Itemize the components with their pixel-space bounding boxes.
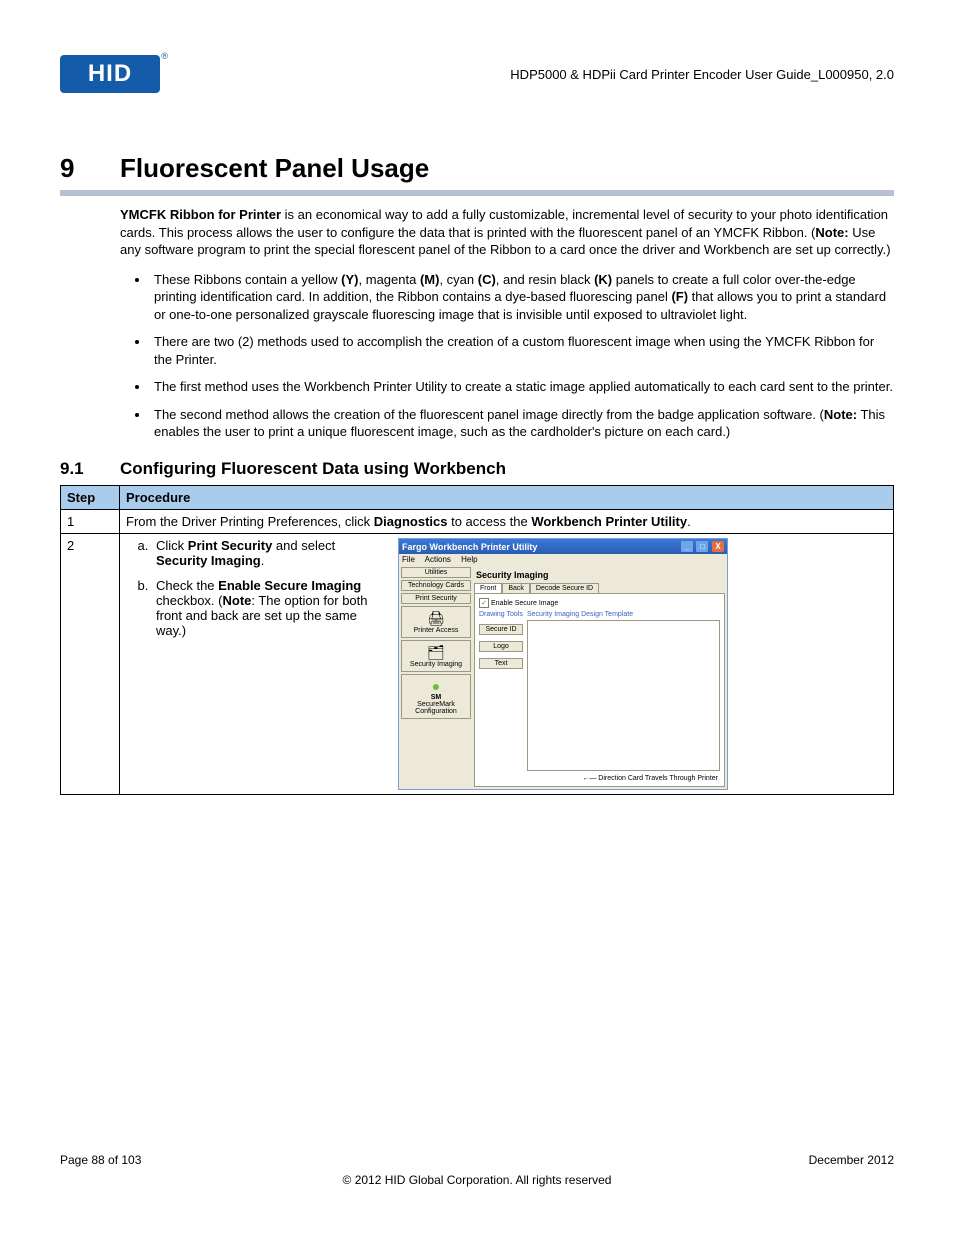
sidebar-tech-cards[interactable]: Technology Cards (401, 580, 471, 591)
checkbox-icon: ✓ (479, 598, 489, 608)
card-icon: 🗂 (404, 644, 468, 661)
registered-icon: ® (161, 51, 168, 61)
step-number: 1 (61, 510, 120, 534)
direction-label: ←— Direction Card Travels Through Printe… (527, 771, 720, 782)
substep: Check the Enable Secure Imaging checkbox… (152, 578, 386, 638)
sidebar-security-imaging[interactable]: 🗂 Security Imaging (401, 640, 471, 672)
list-item: The second method allows the creation of… (150, 406, 894, 441)
btn-logo[interactable]: Logo (479, 641, 523, 652)
card-canvas[interactable] (527, 620, 720, 771)
doc-title: HDP5000 & HDPii Card Printer Encoder Use… (510, 67, 894, 82)
note-label: Note: (815, 225, 848, 240)
template-label: Security Imaging Design Template (527, 611, 720, 618)
minimize-icon[interactable]: _ (681, 541, 693, 552)
procedure-table: Step Procedure 1 From the Driver Printin… (60, 485, 894, 795)
lead-term: YMCFK Ribbon for Printer (120, 207, 281, 222)
tools-label: Drawing Tools (479, 611, 523, 618)
drawing-tools: Drawing Tools Secure ID Logo Text (479, 611, 523, 782)
bullet-list: These Ribbons contain a yellow (Y), mage… (120, 271, 894, 441)
menubar: File Actions Help (399, 554, 727, 565)
th-step: Step (61, 486, 120, 510)
substep: Click Print Security and select Security… (152, 538, 386, 568)
copyright: © 2012 HID Global Corporation. All right… (60, 1173, 894, 1187)
close-icon[interactable]: X (712, 541, 724, 552)
tab-front[interactable]: Front (474, 583, 502, 593)
window-titlebar: Fargo Workbench Printer Utility _ □ X (399, 539, 727, 554)
step-number: 2 (61, 534, 120, 795)
sidebar-securemark[interactable]: ● SM SecureMark Configuration (401, 674, 471, 719)
main-panel: Security Imaging Front Back Decode Secur… (474, 567, 725, 787)
substep-list: Click Print Security and select Security… (126, 538, 386, 638)
page-number: Page 88 of 103 (60, 1153, 141, 1167)
btn-text[interactable]: Text (479, 658, 523, 669)
maximize-icon[interactable]: □ (696, 541, 708, 552)
subheading: 9.1 Configuring Fluorescent Data using W… (60, 459, 894, 479)
menu-file[interactable]: File (402, 555, 415, 564)
enable-secure-image-checkbox[interactable]: ✓ Enable Secure Image (479, 598, 720, 608)
tab-row: Front Back Decode Secure ID (474, 583, 725, 593)
card-area: Security Imaging Design Template ←— Dire… (527, 611, 720, 782)
table-row: 1 From the Driver Printing Preferences, … (61, 510, 894, 534)
screenshot: Fargo Workbench Printer Utility _ □ X Fi… (398, 538, 728, 790)
hid-logo: HID (60, 55, 160, 93)
tab-decode[interactable]: Decode Secure ID (530, 583, 599, 593)
sidebar: Utilities Technology Cards Print Securit… (401, 567, 471, 787)
printer-icon: 🖨 (404, 610, 468, 627)
sub-title: Configuring Fluorescent Data using Workb… (120, 459, 506, 479)
btn-secure-id[interactable]: Secure ID (479, 624, 523, 635)
window-title: Fargo Workbench Printer Utility (402, 542, 537, 552)
step-content: Click Print Security and select Security… (120, 534, 894, 795)
arrow-icon: ←— (582, 775, 596, 782)
chapter-number: 9 (60, 153, 120, 184)
logo-wrap: HID ® (60, 55, 160, 93)
window-buttons: _ □ X (680, 541, 724, 552)
list-item: There are two (2) methods used to accomp… (150, 333, 894, 368)
sidebar-printer-access[interactable]: 🖨 Printer Access (401, 606, 471, 638)
tab-back[interactable]: Back (502, 583, 530, 593)
intro-paragraph: YMCFK Ribbon for Printer is an economica… (120, 206, 894, 441)
tab-pane: ✓ Enable Secure Image Drawing Tools Secu… (474, 593, 725, 787)
footer-date: December 2012 (809, 1153, 894, 1167)
footer: Page 88 of 103 December 2012 © 2012 HID … (60, 1153, 894, 1187)
header: HID ® HDP5000 & HDPii Card Printer Encod… (60, 55, 894, 93)
panel-title: Security Imaging (474, 567, 725, 583)
list-item: The first method uses the Workbench Prin… (150, 378, 894, 396)
menu-help[interactable]: Help (461, 555, 477, 564)
sm-icon: ● (404, 678, 468, 694)
table-row: 2 Click Print Security and select Securi… (61, 534, 894, 795)
sidebar-utilities[interactable]: Utilities (401, 567, 471, 578)
chapter-heading: 9 Fluorescent Panel Usage (60, 153, 894, 196)
th-procedure: Procedure (120, 486, 894, 510)
chapter-title: Fluorescent Panel Usage (120, 153, 429, 184)
list-item: These Ribbons contain a yellow (Y), mage… (150, 271, 894, 324)
sidebar-print-security[interactable]: Print Security (401, 593, 471, 604)
sub-number: 9.1 (60, 459, 120, 479)
page: HID ® HDP5000 & HDPii Card Printer Encod… (0, 0, 954, 1235)
menu-actions[interactable]: Actions (425, 555, 451, 564)
step-text: From the Driver Printing Preferences, cl… (120, 510, 894, 534)
